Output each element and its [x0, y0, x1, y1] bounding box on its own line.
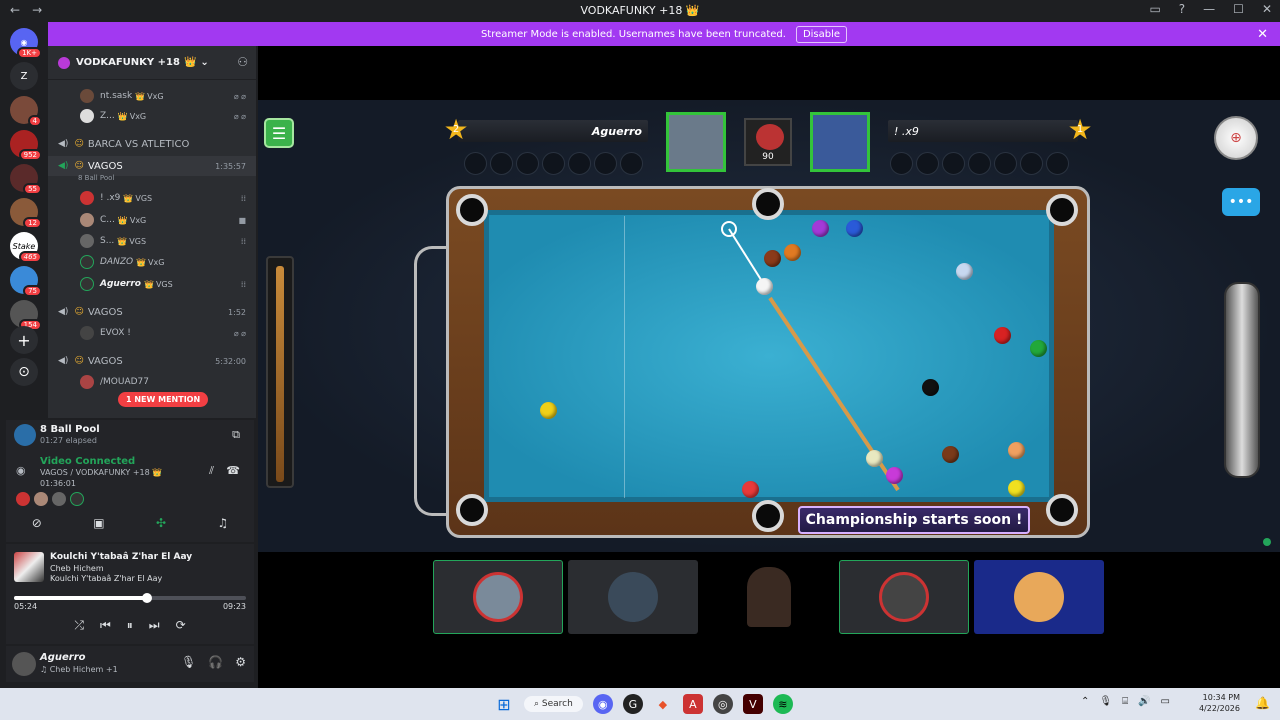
network-icon[interactable]: ⌸	[1122, 696, 1128, 707]
ball-8	[922, 379, 939, 396]
ball-5	[784, 244, 801, 261]
ball-14	[742, 481, 759, 498]
ball-1	[540, 402, 557, 419]
notification-icon[interactable]: 🔔	[1255, 696, 1270, 710]
participant-tile[interactable]	[974, 560, 1104, 634]
avatar	[608, 572, 658, 622]
avatar	[473, 572, 523, 622]
ball-13	[1008, 442, 1025, 459]
app-icon[interactable]: ◎	[712, 694, 733, 714]
brave-icon[interactable]: ◆	[653, 694, 673, 714]
system-tray: ⌃ 🎙 ⌸ 🔊 ▭	[1081, 696, 1170, 707]
ball-4	[886, 467, 903, 484]
app-icon[interactable]: V	[742, 694, 763, 714]
clock-date: 4/22/2026	[1198, 704, 1240, 713]
participant-tile[interactable]	[568, 560, 698, 634]
ball-15	[942, 446, 959, 463]
status-dot	[1263, 538, 1271, 546]
microphone-icon[interactable]: 🎙	[1099, 696, 1112, 707]
clock-time: 10:34 PM	[1202, 693, 1240, 702]
ball-11	[1008, 480, 1025, 497]
app-icon[interactable]: A	[682, 694, 703, 714]
participant-tile[interactable]	[839, 560, 969, 634]
participant-tile-video[interactable]	[704, 560, 834, 634]
ball-10	[956, 263, 973, 280]
search-box[interactable]: ⌕ Search	[524, 696, 583, 712]
ball-6	[1030, 340, 1047, 357]
aim-guide	[728, 228, 766, 287]
battery-icon[interactable]: ▭	[1161, 696, 1170, 707]
championship-banner: Championship starts soon !	[798, 506, 1030, 534]
ball-9	[866, 450, 883, 467]
ball-7	[764, 250, 781, 267]
cue-ball	[756, 278, 773, 295]
clock[interactable]: 10:34 PM 4/22/2026	[1199, 692, 1240, 714]
ball-12	[812, 220, 829, 237]
spotify-icon[interactable]: ≋	[772, 694, 793, 714]
discord-icon[interactable]: ◉	[592, 694, 613, 714]
ball-2	[846, 220, 863, 237]
avatar	[879, 572, 929, 622]
ball-3	[994, 327, 1011, 344]
start-icon[interactable]: ⊞	[494, 694, 514, 714]
taskbar-apps: ⊞ ⌕ Search ◉ G ◆ A ◎ V ≋	[494, 694, 793, 714]
chevron-up-icon[interactable]: ⌃	[1081, 696, 1089, 707]
volume-icon[interactable]: 🔊	[1138, 696, 1150, 707]
participant-tile[interactable]	[433, 560, 563, 634]
avatar	[1014, 572, 1064, 622]
windows-taskbar: ⊞ ⌕ Search ◉ G ◆ A ◎ V ≋ ⌃ 🎙 ⌸ 🔊 ▭ 10:34…	[0, 688, 1280, 720]
webcam-feed	[747, 567, 791, 627]
app-icon[interactable]: G	[622, 694, 643, 714]
